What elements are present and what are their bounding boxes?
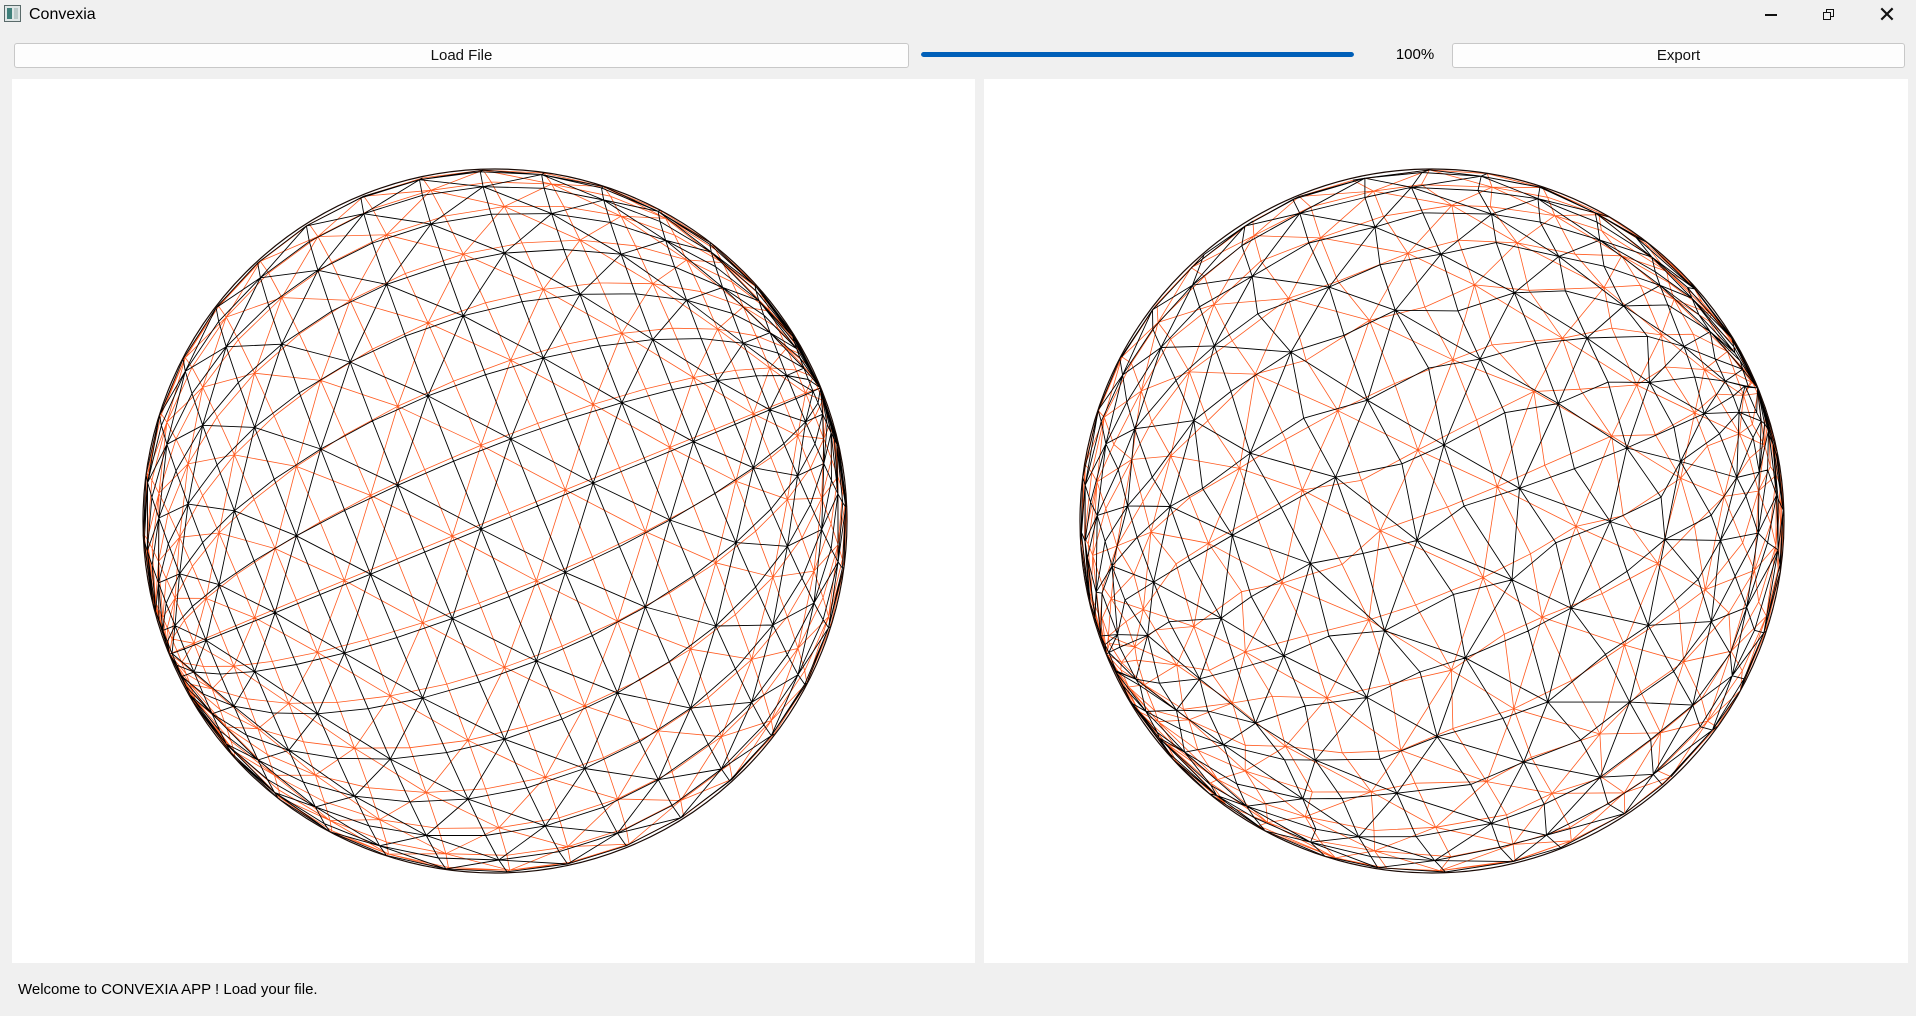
minimize-icon (1765, 14, 1777, 16)
progress-bar (921, 52, 1354, 57)
front-edge-path (142, 169, 848, 873)
export-button[interactable]: Export (1452, 43, 1905, 68)
progress-fill (921, 52, 1354, 57)
minimize-button[interactable] (1742, 0, 1800, 30)
title-bar: Convexia ✕ (0, 0, 1916, 30)
app-icon (4, 5, 21, 22)
progress-percent: 100% (1395, 46, 1435, 63)
convex-hull-viewport[interactable] (984, 79, 1908, 963)
restore-button[interactable] (1800, 0, 1858, 30)
load-file-button[interactable]: Load File (14, 43, 909, 68)
sphere-wireframe (142, 168, 848, 874)
front-edges (142, 169, 848, 873)
restore-icon (1823, 9, 1835, 21)
input-mesh-viewport[interactable] (12, 79, 975, 963)
window-title: Convexia (29, 6, 96, 23)
sphere-wireframe (1079, 168, 1785, 874)
close-button[interactable]: ✕ (1858, 0, 1916, 30)
status-message: Welcome to CONVEXIA APP ! Load your file… (18, 981, 318, 998)
close-icon: ✕ (1877, 2, 1897, 27)
